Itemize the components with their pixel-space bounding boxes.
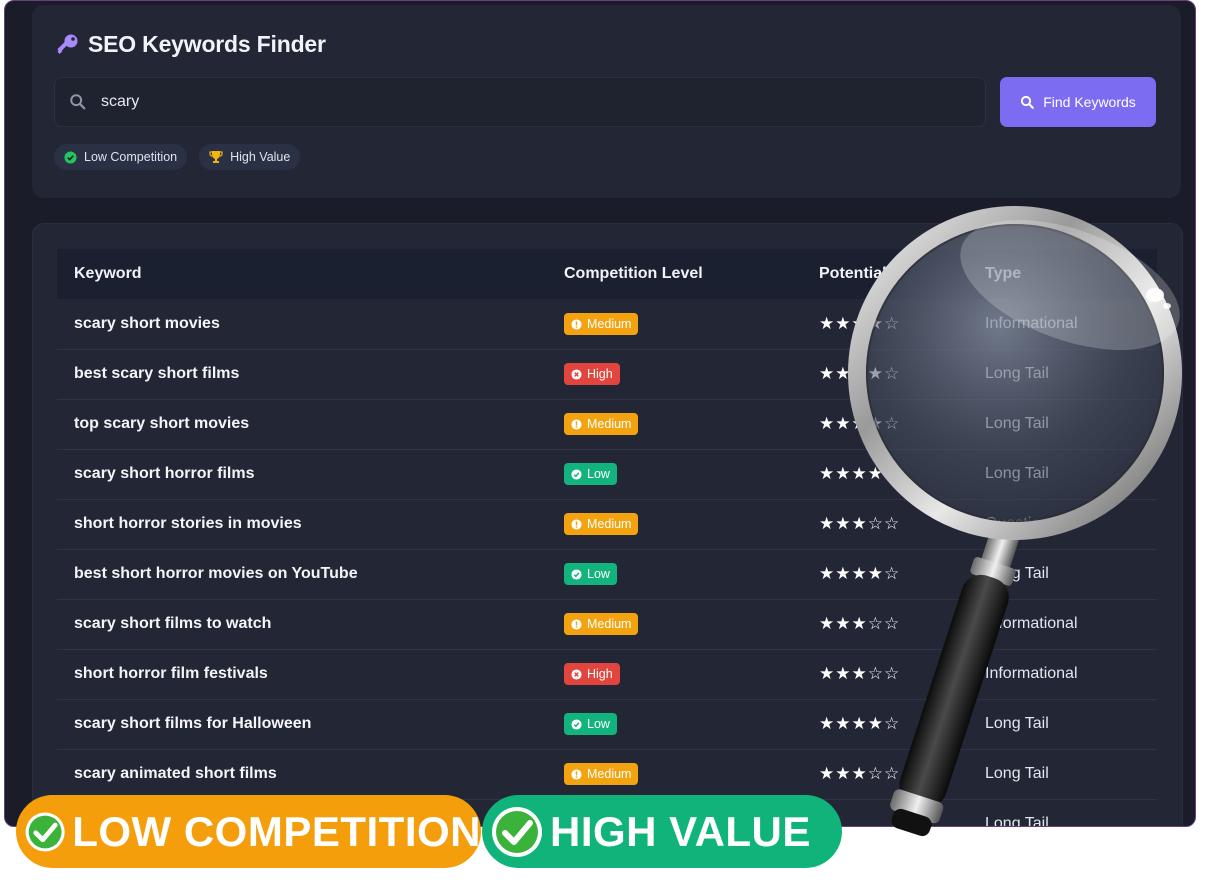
check-badge-icon — [492, 806, 542, 857]
keyword-cell: short horror film festivals — [74, 665, 268, 682]
app-header: SEO Keywords Finder — [54, 31, 326, 58]
alert-icon — [571, 518, 582, 530]
keyword-cell: short horror stories in movies — [74, 515, 302, 532]
keyword-cell: best scary short films — [74, 365, 240, 382]
alert-icon — [571, 418, 582, 430]
keyword-cell: scary animated short films — [74, 765, 277, 782]
filter-chip-label: Low Competition — [84, 150, 178, 164]
high-value-banner: HIGH VALUE — [482, 795, 842, 868]
check-circle-icon — [571, 718, 582, 730]
column-header-competition[interactable]: Competition Level — [564, 249, 703, 299]
competition-label: High — [587, 367, 613, 381]
low-competition-banner: LOW COMPETITION — [16, 795, 481, 868]
competition-label: Medium — [587, 767, 632, 781]
filter-chip-label: High Value — [230, 150, 291, 164]
banner-label: HIGH VALUE — [550, 807, 811, 855]
find-keywords-label: Find Keywords — [1043, 94, 1136, 110]
trophy-icon — [209, 151, 223, 163]
banner-label: LOW COMPETITION — [72, 807, 481, 855]
competition-label: Low — [587, 567, 610, 581]
keyword-cell: best short horror movies on YouTube — [74, 565, 358, 582]
filter-chip-high-value[interactable]: High Value — [199, 144, 301, 170]
competition-badge: Medium — [564, 313, 639, 335]
check-badge-icon — [25, 811, 65, 852]
competition-badge: Medium — [564, 763, 639, 785]
keyword-cell: scary short movies — [74, 315, 220, 332]
column-header-keyword[interactable]: Keyword — [74, 249, 142, 299]
find-keywords-button[interactable]: Find Keywords — [1000, 77, 1156, 127]
competition-badge: Low — [564, 563, 617, 585]
x-circle-icon — [571, 668, 582, 680]
competition-badge: High — [564, 363, 620, 385]
competition-badge: Medium — [564, 613, 639, 635]
competition-badge: Low — [564, 713, 617, 735]
competition-label: Low — [587, 467, 610, 481]
search-panel: SEO Keywords Finder Find Keywords L — [32, 5, 1181, 198]
x-circle-icon — [571, 368, 582, 380]
search-icon — [1021, 95, 1035, 109]
check-circle-icon — [64, 150, 77, 164]
competition-label: Medium — [587, 317, 632, 331]
search-field[interactable] — [54, 77, 986, 127]
key-icon — [57, 34, 78, 54]
search-icon — [70, 94, 86, 110]
keyword-cell: scary short films for Halloween — [74, 715, 312, 732]
page-title: SEO Keywords Finder — [88, 31, 326, 57]
check-circle-icon — [571, 568, 582, 580]
search-input[interactable] — [99, 92, 963, 112]
alert-icon — [571, 618, 582, 630]
competition-label: Medium — [587, 517, 632, 531]
filter-chip-low-competition[interactable]: Low Competition — [54, 144, 188, 170]
competition-label: Low — [587, 717, 610, 731]
competition-badge: High — [564, 663, 620, 685]
competition-badge: Medium — [564, 413, 639, 435]
keyword-cell: scary short films to watch — [74, 615, 272, 632]
competition-label: Medium — [587, 417, 632, 431]
check-circle-icon — [571, 468, 582, 480]
filter-chips: Low Competition High Value — [54, 144, 301, 170]
competition-badge: Low — [564, 463, 617, 485]
magnifying-glass-icon — [848, 206, 1182, 837]
alert-icon — [571, 318, 582, 330]
competition-label: Medium — [587, 617, 632, 631]
alert-icon — [571, 768, 582, 780]
competition-label: High — [587, 667, 613, 681]
keyword-cell: scary short horror films — [74, 465, 255, 482]
competition-badge: Medium — [564, 513, 639, 535]
keyword-cell: top scary short movies — [74, 415, 250, 432]
